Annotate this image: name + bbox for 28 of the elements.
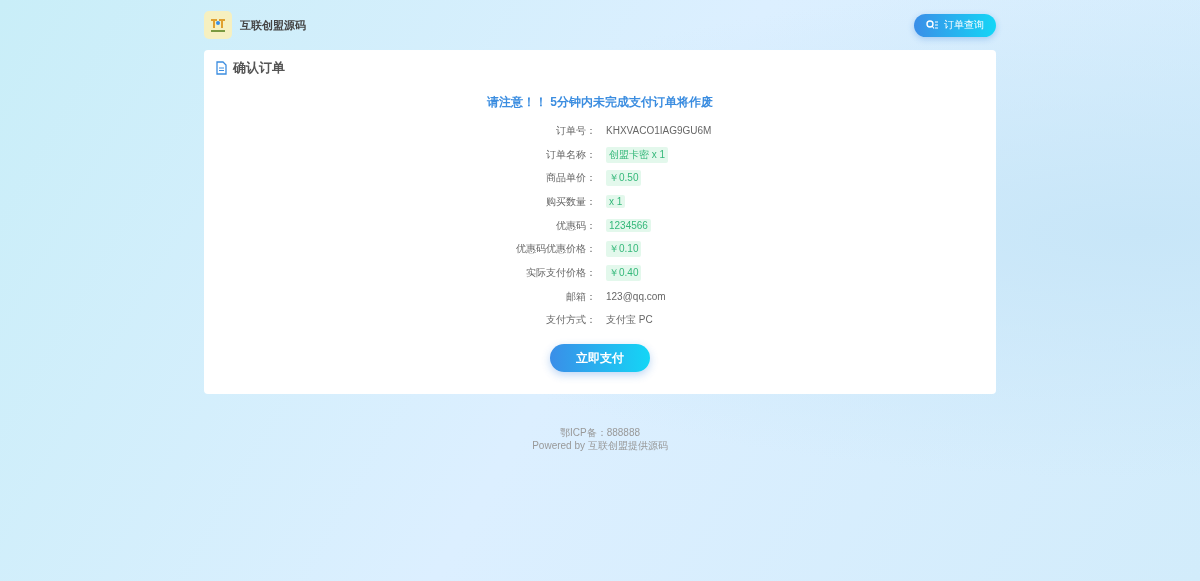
field-label: 优惠码优惠价格：: [515, 242, 596, 257]
search-icon: [926, 20, 938, 30]
logo-icon: [204, 11, 232, 39]
field-label: 购买数量：: [545, 194, 596, 209]
brand-name: 互联创盟源码: [240, 17, 306, 33]
field-label: 支付方式：: [545, 313, 596, 328]
icp-text: 鄂ICP备：888888: [558, 426, 641, 439]
notice-text: 请注意！！ 5分钟内未完成支付订单将作废: [486, 94, 714, 111]
order-query-button[interactable]: 订单查询: [914, 13, 996, 37]
card-title: 确认订单: [233, 59, 285, 77]
field-label: 订单号：: [555, 123, 596, 138]
document-icon: [216, 61, 227, 75]
field-label: 订单名称：: [545, 147, 596, 162]
field-value: 123@qq.com: [606, 291, 667, 303]
field-value: KHXVACO1IAG9GU6M: [606, 125, 713, 137]
value-tag: ￥0.40: [606, 264, 642, 281]
field-label: 邮箱：: [565, 289, 596, 304]
field-value: 支付宝 PC: [606, 313, 654, 328]
value-tag: x 1: [606, 195, 626, 209]
value-tag: ￥0.10: [606, 241, 642, 258]
powered-by-text: Powered by 互联创盟提供源码: [531, 439, 669, 452]
field-label: 优惠码：: [555, 218, 596, 233]
value-tag: 1234566: [606, 219, 651, 233]
value-tag: 创盟卡密 x 1: [606, 146, 669, 163]
value-tag: ￥0.50: [606, 170, 642, 187]
pay-now-button[interactable]: 立即支付: [550, 344, 650, 373]
field-label: 商品单价：: [545, 171, 596, 186]
field-label: 实际支付价格：: [525, 265, 596, 280]
